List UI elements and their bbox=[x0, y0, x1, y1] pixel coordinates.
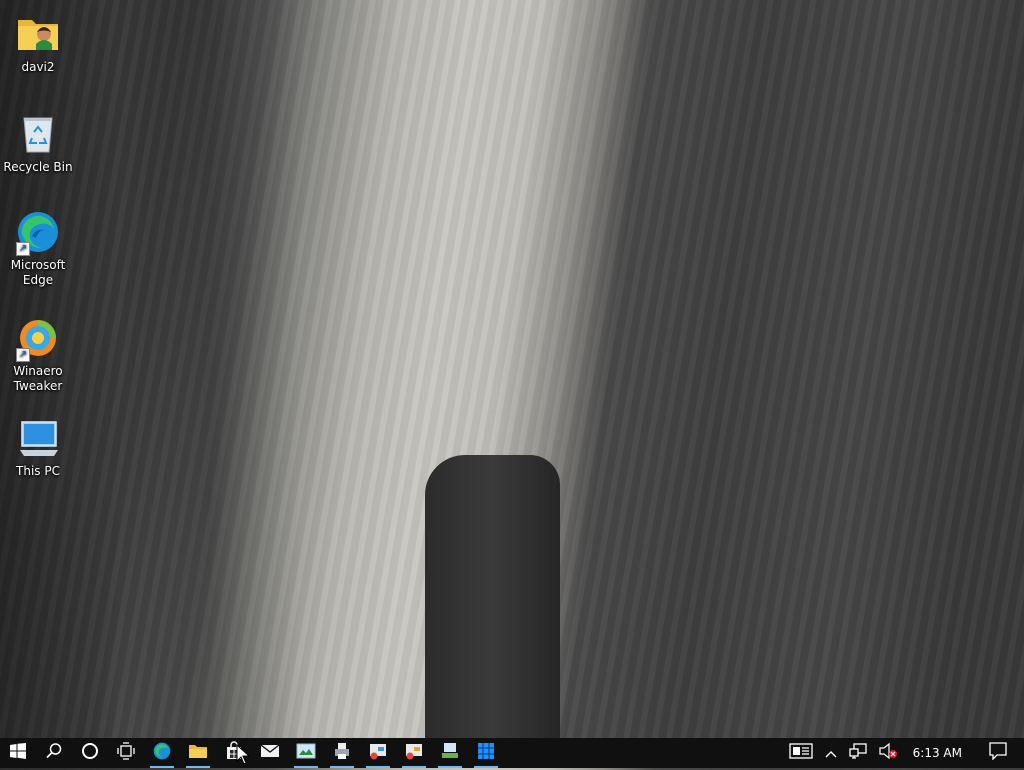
system-tray: 6:13 AM bbox=[783, 738, 1024, 768]
search-button[interactable] bbox=[36, 738, 72, 768]
shortcut-arrow-icon: ↗ bbox=[16, 348, 30, 362]
network-status-button[interactable] bbox=[843, 738, 873, 768]
folder-icon bbox=[188, 742, 208, 764]
task-view-button[interactable] bbox=[108, 738, 144, 768]
cortana-button[interactable] bbox=[72, 738, 108, 768]
chevron-up-icon bbox=[825, 744, 837, 763]
desktop-icon-label: Microsoft Edge bbox=[10, 258, 66, 287]
control-panel-icon bbox=[404, 741, 424, 765]
user-folder-icon bbox=[14, 10, 62, 58]
network-app-icon bbox=[440, 741, 460, 765]
app-taskbar-button-6[interactable] bbox=[468, 738, 504, 768]
shortcut-arrow-icon: ↗ bbox=[16, 242, 30, 256]
desktop-icon-label: Winaero Tweaker bbox=[13, 364, 63, 393]
start-button[interactable] bbox=[0, 738, 36, 768]
task-view-icon bbox=[117, 742, 135, 764]
desktop-icon-microsoft-edge[interactable]: ↗ Microsoft Edge bbox=[0, 208, 76, 288]
desktop-icon-label: davi2 bbox=[21, 60, 55, 74]
edge-icon bbox=[152, 741, 172, 765]
edge-taskbar-button[interactable] bbox=[144, 738, 180, 768]
mail-taskbar-button[interactable] bbox=[252, 738, 288, 768]
notification-icon bbox=[989, 742, 1007, 764]
control-panel-icon bbox=[368, 741, 388, 765]
volume-muted-icon bbox=[879, 742, 897, 763]
this-pc-icon bbox=[14, 414, 62, 462]
network-icon bbox=[849, 743, 867, 763]
volume-button[interactable] bbox=[873, 738, 903, 768]
app-taskbar-button-1[interactable] bbox=[288, 738, 324, 768]
wallpaper-rock-pillar bbox=[425, 455, 560, 738]
recycle-bin-icon bbox=[14, 110, 62, 158]
app-taskbar-button-4[interactable] bbox=[396, 738, 432, 768]
desktop-icon-label: Recycle Bin bbox=[3, 160, 73, 174]
cursor-arrow-icon bbox=[236, 743, 251, 765]
show-hidden-icons-button[interactable] bbox=[819, 738, 843, 768]
desktop-icon-user-folder[interactable]: davi2 bbox=[0, 10, 76, 75]
desktop-icon-label: This PC bbox=[16, 464, 60, 478]
app-taskbar-button-3[interactable] bbox=[360, 738, 396, 768]
winaero-tweaker-icon: ↗ bbox=[14, 314, 62, 362]
search-icon bbox=[45, 742, 63, 764]
edge-icon: ↗ bbox=[14, 208, 62, 256]
news-interests-button[interactable] bbox=[783, 738, 819, 768]
desktop-icon-this-pc[interactable]: This PC bbox=[0, 414, 76, 479]
desktop-icon-recycle-bin[interactable]: Recycle Bin bbox=[0, 110, 76, 175]
file-explorer-taskbar-button[interactable] bbox=[180, 738, 216, 768]
windows-logo-icon bbox=[10, 743, 26, 763]
printer-icon bbox=[332, 741, 352, 765]
action-center-button[interactable] bbox=[972, 738, 1024, 768]
grid-app-icon bbox=[477, 742, 495, 764]
desktop-icon-winaero-tweaker[interactable]: ↗ Winaero Tweaker bbox=[0, 314, 76, 394]
app-taskbar-button-5[interactable] bbox=[432, 738, 468, 768]
picture-viewer-icon bbox=[296, 742, 316, 764]
newspaper-icon bbox=[789, 743, 813, 763]
taskbar: 6:13 AM bbox=[0, 738, 1024, 768]
mouse-cursor bbox=[236, 743, 251, 770]
cortana-circle-icon bbox=[81, 742, 99, 764]
app-taskbar-button-2[interactable] bbox=[324, 738, 360, 768]
mail-icon bbox=[260, 743, 280, 763]
taskbar-clock[interactable]: 6:13 AM bbox=[903, 738, 972, 768]
